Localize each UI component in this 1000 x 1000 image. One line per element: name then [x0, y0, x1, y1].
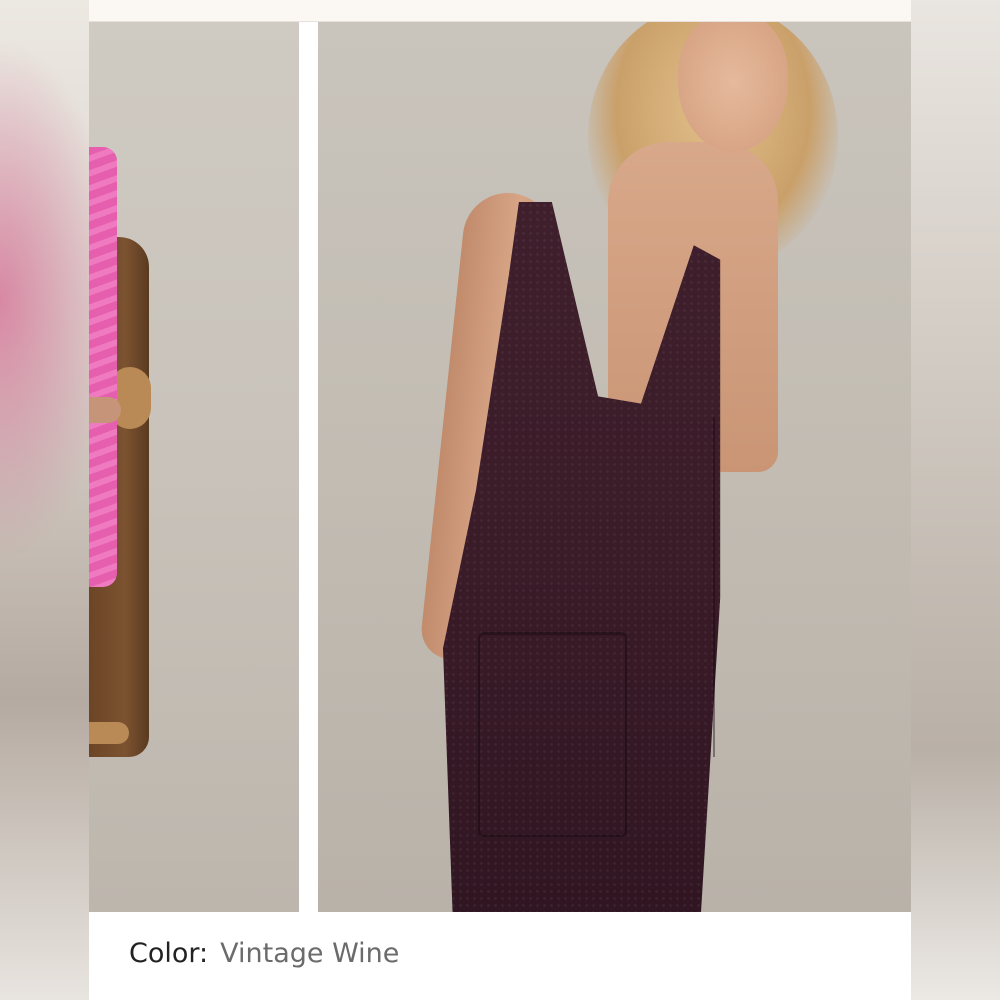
coat-hem-shape	[89, 722, 129, 744]
color-value: Vintage Wine	[220, 938, 400, 969]
jumpsuit-pocket	[478, 632, 627, 837]
blurred-backdrop-right	[910, 0, 1000, 1000]
color-label: Color:	[129, 938, 209, 969]
product-photo-previous[interactable]	[89, 22, 299, 912]
hand-shape	[89, 397, 121, 423]
color-row: Color: Vintage Wine	[129, 938, 399, 969]
jumpsuit-seam	[713, 417, 715, 757]
top-strip	[89, 0, 911, 22]
product-card: 16766 Color: Vintage Wine	[89, 0, 911, 1000]
scarf-shape	[89, 147, 117, 587]
product-photo-main[interactable]: 16766	[318, 22, 911, 912]
